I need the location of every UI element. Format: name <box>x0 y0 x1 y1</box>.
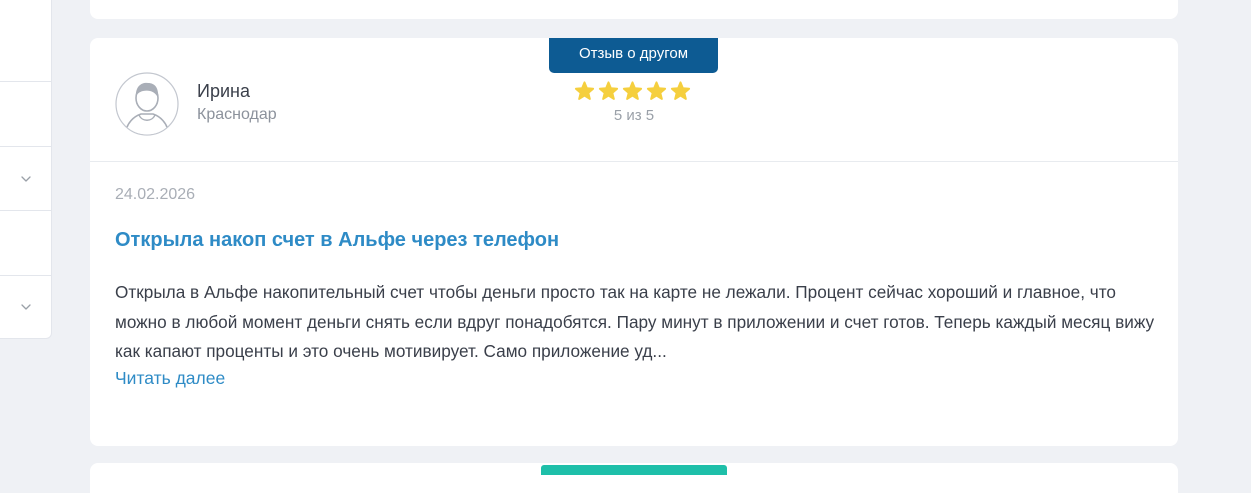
divider <box>90 161 1178 162</box>
sidebar-row[interactable] <box>0 0 51 82</box>
review-date: 24.02.2026 <box>115 186 196 203</box>
chevron-down-icon[interactable] <box>19 172 33 186</box>
author-name: Ирина <box>197 81 250 101</box>
star-icon <box>597 80 620 104</box>
next-review-badge <box>541 465 727 475</box>
chevron-down-icon[interactable] <box>19 300 33 314</box>
star-icon <box>621 80 644 104</box>
read-more-link[interactable]: Читать далее <box>115 368 225 389</box>
star-rating <box>573 80 695 104</box>
sidebar-row[interactable] <box>0 211 51 276</box>
sidebar-dropdown[interactable] <box>0 147 51 211</box>
author-city: Краснодар <box>197 106 277 123</box>
star-icon <box>645 80 668 104</box>
rating-text: 5 из 5 <box>613 107 655 124</box>
star-icon <box>573 80 596 104</box>
review-title[interactable]: Открыла накоп счет в Альфе через телефон <box>115 229 559 252</box>
review-text: Открыла в Альфе накопительный счет чтобы… <box>115 282 1155 361</box>
sidebar-row[interactable] <box>0 82 51 147</box>
review-category-badge: Отзыв о другом <box>549 38 718 73</box>
user-avatar-icon <box>115 72 179 136</box>
star-icon <box>669 80 692 104</box>
sidebar-dropdown[interactable] <box>0 276 51 339</box>
review-card: Отзыв о другом Ирина Краснодар 5 из 5 24… <box>90 38 1178 446</box>
previous-review-card <box>90 0 1178 19</box>
filter-sidebar <box>0 0 52 339</box>
